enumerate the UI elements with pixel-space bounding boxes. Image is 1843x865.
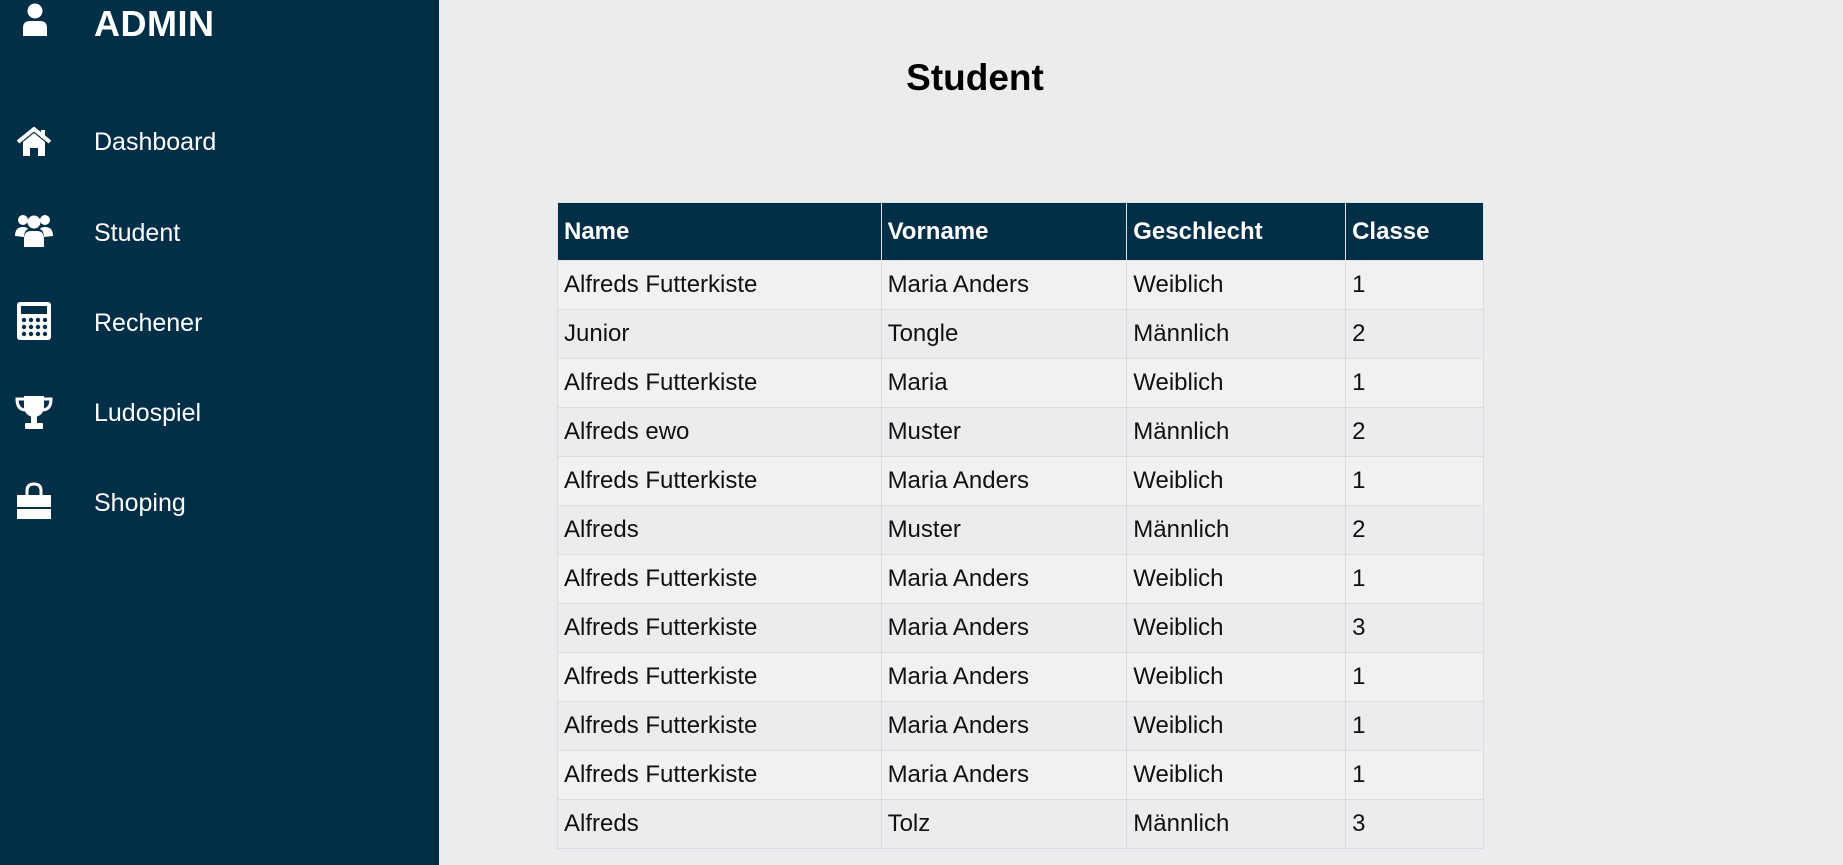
geschlecht-cell: Männlich [1126,309,1347,359]
geschlecht-cell: Weiblich [1126,652,1347,702]
vorname-cell: Maria Anders [880,603,1128,653]
geschlecht-cell: Weiblich [1126,554,1347,604]
classe-cell: 1 [1345,701,1484,751]
sidebar-item-label: Shoping [94,489,186,517]
classe-cell: 1 [1345,554,1484,604]
name-cell: Alfreds Futterkiste [557,652,882,702]
geschlecht-cell: Männlich [1126,505,1347,555]
student-table: Name Vorname Geschlecht Classe Alfreds F… [557,202,1484,849]
page-title: Student [906,57,1044,98]
geschlecht-cell: Weiblich [1126,603,1347,653]
sidebar-brand: ADMIN [0,0,439,50]
shopping-bag-icon [14,481,54,521]
table-row[interactable]: Alfreds Muster Männlich 2 [557,505,1484,555]
sidebar-item-ludospiel[interactable]: Ludospiel [0,383,439,443]
sidebar-item-label: Student [94,219,181,247]
vorname-cell: Maria Anders [880,701,1128,751]
classe-cell: 2 [1345,505,1484,555]
vorname-cell: Tongle [880,309,1128,359]
table-row[interactable]: Alfreds Futterkiste Maria Anders Weiblich 3 [557,603,1484,653]
home-icon [14,123,54,163]
name-cell: Alfreds Futterkiste [557,358,882,408]
geschlecht-cell: Männlich [1126,407,1347,457]
column-header-classe[interactable]: Classe [1345,202,1484,261]
column-header-geschlecht[interactable]: Geschlecht [1126,202,1347,261]
vorname-cell: Muster [880,505,1128,555]
name-cell: Alfreds Futterkiste [557,456,882,506]
table-row[interactable]: Alfreds Futterkiste Maria Anders Weiblich 1 [557,260,1484,310]
sidebar-item-shoping[interactable]: Shoping [0,473,439,533]
sidebar-item-label: Dashboard [94,128,217,156]
sidebar-item-rechener[interactable]: Rechener [0,293,439,353]
name-cell: Alfreds [557,505,882,555]
vorname-cell: Tolz [880,799,1128,849]
geschlecht-cell: Weiblich [1126,358,1347,408]
sidebar: ADMIN Dashboard Student Rechener Ludospi… [0,0,439,865]
geschlecht-cell: Männlich [1126,799,1347,849]
column-header-vorname[interactable]: Vorname [880,202,1128,261]
table-row[interactable]: Alfreds ewo Muster Männlich 2 [557,407,1484,457]
vorname-cell: Maria Anders [880,554,1128,604]
table-row[interactable]: Alfreds Futterkiste Maria Anders Weiblich 1 [557,652,1484,702]
user-icon [20,2,50,36]
column-header-name[interactable]: Name [557,202,882,261]
vorname-cell: Maria Anders [880,260,1128,310]
table-row[interactable]: Alfreds Futterkiste Maria Anders Weiblich 1 [557,456,1484,506]
sidebar-item-student[interactable]: Student [0,203,439,263]
geschlecht-cell: Weiblich [1126,750,1347,800]
geschlecht-cell: Weiblich [1126,701,1347,751]
name-cell: Alfreds [557,799,882,849]
classe-cell: 3 [1345,603,1484,653]
classe-cell: 2 [1345,309,1484,359]
table-row[interactable]: Alfreds Futterkiste Maria Anders Weiblich 1 [557,554,1484,604]
brand-title: ADMIN [94,3,215,44]
calculator-icon [14,301,54,341]
name-cell: Alfreds Futterkiste [557,554,882,604]
classe-cell: 1 [1345,750,1484,800]
table-row[interactable]: Alfreds Futterkiste Maria Anders Weiblich 1 [557,701,1484,751]
name-cell: Alfreds Futterkiste [557,750,882,800]
table-row[interactable]: Junior Tongle Männlich 2 [557,309,1484,359]
vorname-cell: Maria Anders [880,456,1128,506]
name-cell: Alfreds ewo [557,407,882,457]
main-content: Student Name Vorname Geschlecht Classe A… [439,0,1843,865]
classe-cell: 1 [1345,358,1484,408]
table-body: Alfreds Futterkiste Maria Anders Weiblich 1… [557,260,1484,849]
name-cell: Junior [557,309,882,359]
trophy-icon [14,393,54,433]
geschlecht-cell: Weiblich [1126,456,1347,506]
classe-cell: 1 [1345,652,1484,702]
vorname-cell: Maria Anders [880,652,1128,702]
vorname-cell: Muster [880,407,1128,457]
classe-cell: 1 [1345,260,1484,310]
sidebar-item-label: Ludospiel [94,399,202,427]
vorname-cell: Maria Anders [880,750,1128,800]
name-cell: Alfreds Futterkiste [557,260,882,310]
table-row[interactable]: Alfreds Futterkiste Maria Anders Weiblich 1 [557,750,1484,800]
classe-cell: 2 [1345,407,1484,457]
name-cell: Alfreds Futterkiste [557,701,882,751]
table-row[interactable]: Alfreds Futterkiste Maria Weiblich 1 [557,358,1484,408]
sidebar-item-dashboard[interactable]: Dashboard [0,113,439,173]
vorname-cell: Maria [880,358,1128,408]
classe-cell: 1 [1345,456,1484,506]
table-row[interactable]: Alfreds Tolz Männlich 3 [557,799,1484,849]
geschlecht-cell: Weiblich [1126,260,1347,310]
classe-cell: 3 [1345,799,1484,849]
users-icon [14,209,54,249]
name-cell: Alfreds Futterkiste [557,603,882,653]
table-header-row: Name Vorname Geschlecht Classe [557,202,1484,261]
sidebar-item-label: Rechener [94,309,203,337]
